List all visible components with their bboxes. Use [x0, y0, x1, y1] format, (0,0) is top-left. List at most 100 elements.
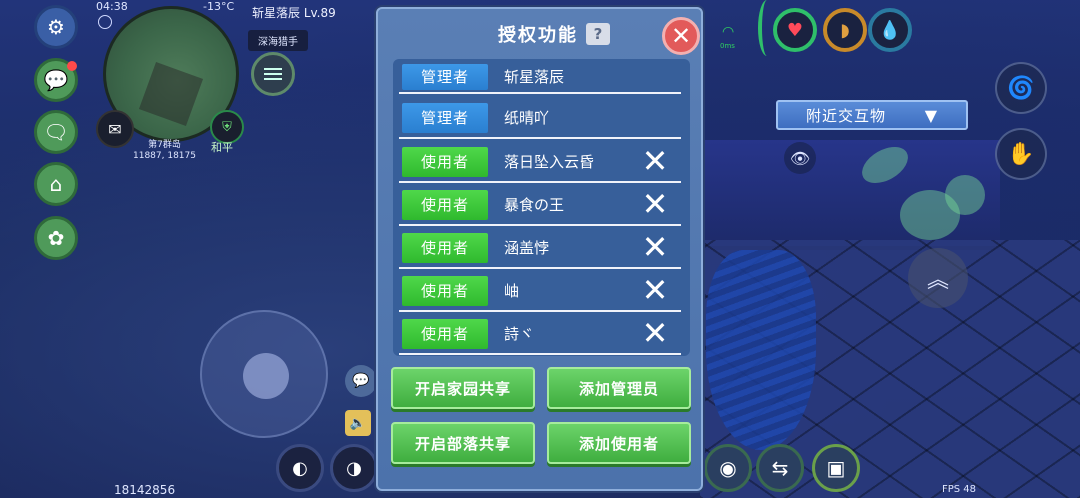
member-name: 纸晴吖: [504, 109, 550, 127]
shell-icon: ◐: [292, 457, 308, 479]
map-coordinates: 第7群岛 11887, 18175: [133, 140, 196, 162]
item-icon: ◉: [719, 456, 737, 480]
list-item: 使用者 岫 ✕: [399, 269, 681, 312]
remove-member-button[interactable]: ✕: [639, 145, 671, 177]
speaker-icon: 🔈: [349, 415, 367, 431]
nearby-label: 附近交互物: [806, 106, 887, 125]
eye-icon: 👁: [789, 148, 811, 168]
role-badge: 使用者: [402, 318, 488, 349]
world-green-glow: [945, 175, 985, 215]
envelope-icon: ✉: [108, 119, 122, 139]
house-icon: ⌂: [49, 172, 63, 196]
temperature-display: -13°C: [203, 0, 235, 13]
close-button[interactable]: ✕: [662, 17, 700, 55]
remove-member-button[interactable]: ✕: [639, 231, 671, 263]
member-name: 岫: [504, 282, 520, 300]
attack-skill-button[interactable]: ✋: [995, 128, 1047, 180]
peace-mode-label: 和平: [211, 141, 233, 154]
clock-icon: [98, 15, 112, 29]
tribe-tag[interactable]: 深海猎手: [248, 30, 308, 51]
view-toggle-button[interactable]: 👁: [784, 142, 816, 174]
map-coords-value: 11887, 18175: [133, 151, 196, 161]
close-icon: ✕: [641, 185, 669, 223]
remove-member-button[interactable]: ✕: [639, 188, 671, 220]
swap-button[interactable]: ⇆: [756, 444, 804, 492]
close-icon: ✕: [641, 228, 669, 266]
chevron-down-icon: ▼: [924, 106, 938, 125]
role-badge: 使用者: [402, 146, 488, 177]
chevron-up-icon: ︽: [926, 268, 949, 293]
backpack-icon: ▣: [826, 456, 846, 480]
remove-member-button[interactable]: ✕: [639, 274, 671, 306]
close-icon: ✕: [641, 271, 669, 309]
member-name: 暴食の王: [504, 196, 565, 214]
list-item: 使用者 暴食の王 ✕: [399, 183, 681, 226]
list-item: 使用者 涵盖悖 ✕: [399, 226, 681, 269]
role-badge: 使用者: [402, 275, 488, 306]
close-icon: ✕: [670, 22, 692, 50]
member-name: 詩ヾ: [504, 325, 535, 343]
menu-list-button[interactable]: [251, 52, 295, 96]
add-admin-button[interactable]: 添加管理员: [547, 367, 691, 409]
player-id: 18142856: [114, 483, 176, 497]
authorization-dialog: 授权功能 ? ✕ 管理者 斩星落辰 管理者 纸晴吖 使用者 落日坠入云昏 ✕ 使…: [376, 7, 703, 491]
chat-bubble-icon: 💬: [43, 68, 69, 92]
hotbar-slot[interactable]: ◉: [704, 444, 752, 492]
member-name: 涵盖悖: [504, 239, 550, 257]
flower-icon: ✿: [47, 226, 65, 250]
fps-counter: FPS 48: [942, 484, 977, 495]
hotbar-slot[interactable]: ◐: [276, 444, 324, 492]
dialog-header: 授权功能 ?: [498, 21, 610, 47]
member-name: 斩星落辰: [504, 68, 565, 86]
health-stat: ♥: [773, 8, 817, 52]
time-display: 04:38: [96, 0, 128, 13]
settings-button[interactable]: ⚙: [34, 5, 78, 49]
speech-bubbles-icon: 🗨: [43, 120, 69, 144]
close-icon: ✕: [641, 142, 669, 180]
dialog-title: 授权功能: [498, 25, 578, 46]
thirst-stat: 💧: [868, 8, 912, 52]
help-button[interactable]: ?: [586, 23, 610, 45]
list-item: 管理者 纸晴吖: [399, 96, 681, 139]
enable-home-share-button[interactable]: 开启家园共享: [391, 367, 535, 409]
speech-icon: 💬: [352, 373, 370, 389]
movement-joystick[interactable]: [200, 310, 328, 438]
speaker-button[interactable]: 🔈: [345, 410, 371, 436]
gear-icon: ⚙: [47, 15, 65, 39]
social-button[interactable]: 🗨: [34, 110, 78, 154]
add-user-button[interactable]: 添加使用者: [547, 422, 691, 464]
ping-label: 0ms: [720, 42, 735, 50]
horn-icon: ◑: [346, 457, 362, 479]
nearby-interactables-button[interactable]: 附近交互物 ▼: [776, 100, 968, 130]
list-item: 使用者 詩ヾ ✕: [399, 312, 681, 355]
role-badge: 使用者: [402, 189, 488, 220]
jump-button[interactable]: ︽: [908, 248, 968, 308]
whirlwind-icon: 🌀: [1007, 75, 1035, 101]
list-item: 管理者 斩星落辰: [399, 59, 681, 94]
member-name: 落日坠入云昏: [504, 153, 595, 171]
whirlwind-skill-button[interactable]: 🌀: [995, 62, 1047, 114]
hotbar-slot[interactable]: ◑: [330, 444, 378, 492]
role-badge: 使用者: [402, 232, 488, 263]
flower-button[interactable]: ✿: [34, 216, 78, 260]
chat-button[interactable]: 💬: [34, 58, 78, 102]
home-button[interactable]: ⌂: [34, 162, 78, 206]
backpack-button[interactable]: ▣: [812, 444, 860, 492]
authorized-members-list: 管理者 斩星落辰 管理者 纸晴吖 使用者 落日坠入云昏 ✕ 使用者 暴食の王 ✕…: [393, 59, 690, 356]
voice-chat-button[interactable]: 💬: [345, 365, 377, 397]
enable-tribe-share-button[interactable]: 开启部落共享: [391, 422, 535, 464]
joystick-knob[interactable]: [243, 353, 289, 399]
mail-button[interactable]: ✉: [96, 110, 134, 148]
role-badge: 管理者: [402, 102, 488, 133]
hunger-stat: ◗: [823, 8, 867, 52]
notification-dot: [67, 61, 77, 71]
food-icon: ◗: [840, 19, 850, 41]
role-badge: 管理者: [402, 63, 488, 90]
swap-arrows-icon: ⇆: [771, 456, 789, 480]
claw-icon: ✋: [1007, 141, 1035, 167]
list-icon: [264, 73, 282, 75]
wifi-icon: ◠: [722, 24, 735, 40]
remove-member-button[interactable]: ✕: [639, 317, 671, 349]
world-plant: [706, 250, 816, 450]
shield-icon: ⛨: [222, 119, 232, 135]
